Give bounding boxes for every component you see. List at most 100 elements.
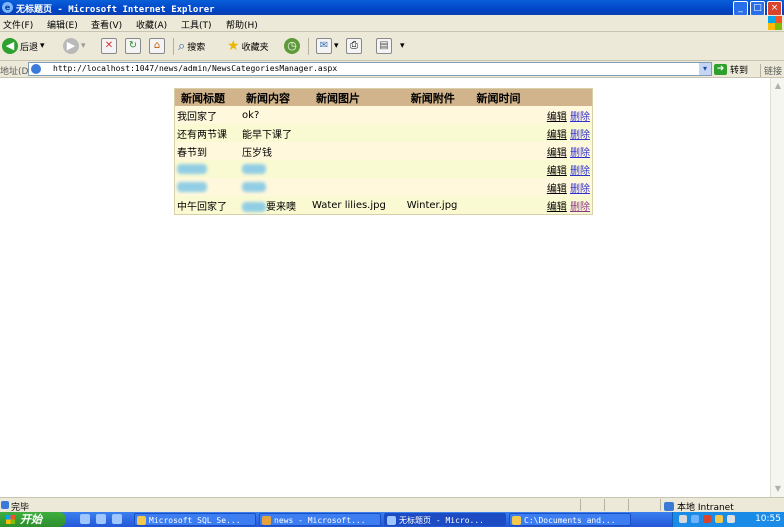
cell-actions: 编辑 删除 xyxy=(532,142,593,160)
cell-attachment xyxy=(404,124,471,142)
cell-image xyxy=(309,178,405,196)
back-button[interactable]: ◀ 后退 ▾ xyxy=(2,37,45,55)
stop-button[interactable]: ✕ xyxy=(101,37,117,55)
tray-app-icon[interactable] xyxy=(715,515,723,523)
chevron-down-icon: ▾ xyxy=(81,41,86,51)
menu-tools[interactable]: 工具(T) xyxy=(181,18,212,31)
chevron-down-icon: ▾ xyxy=(400,41,405,51)
task-sql-server[interactable]: Microsoft SQL Se... xyxy=(134,513,256,526)
news-table: 新闻标题 新闻内容 新闻图片 新闻附件 新闻时间 我回家了 ok? 编辑 删除 还有两… xyxy=(174,88,593,215)
quicklaunch-ie-icon[interactable] xyxy=(80,514,90,524)
stop-icon: ✕ xyxy=(101,38,117,54)
edit-link[interactable]: 编辑 xyxy=(547,166,567,177)
delete-link[interactable]: 删除 xyxy=(570,202,590,213)
address-url[interactable]: http://localhost:1047/news/admin/NewsCat… xyxy=(53,64,337,73)
menu-bar: 文件(F) 编辑(E) 查看(V) 收藏(A) 工具(T) 帮助(H) xyxy=(0,15,784,32)
task-label: news - Microsoft... xyxy=(274,516,366,525)
address-input[interactable]: http://localhost:1047/news/admin/NewsCat… xyxy=(28,62,712,76)
scroll-down-icon[interactable]: ▼ xyxy=(772,483,784,495)
minimize-button[interactable]: _ xyxy=(733,1,748,16)
forward-button[interactable]: ▶ ▾ xyxy=(63,37,86,55)
cell-title-text: 我回家了 xyxy=(177,111,217,123)
links-button[interactable]: 链接 xyxy=(760,64,782,77)
task-news[interactable]: news - Microsoft... xyxy=(259,513,381,526)
go-arrow-icon: ➜ xyxy=(714,64,727,75)
window-title: 无标题页 - Microsoft Internet Explorer xyxy=(16,5,215,15)
cell-title xyxy=(174,160,241,178)
chevron-down-icon[interactable]: ▾ xyxy=(699,63,711,75)
delete-link[interactable]: 删除 xyxy=(570,184,590,195)
task-label: Microsoft SQL Se... xyxy=(149,516,241,525)
edit-link[interactable]: 编辑 xyxy=(547,184,567,195)
status-divider xyxy=(660,499,661,511)
edit-link[interactable]: 编辑 xyxy=(547,130,567,141)
status-divider xyxy=(580,499,581,511)
table-row: 春节到 压岁钱 编辑 删除 xyxy=(174,142,593,160)
cell-attachment-text: Winter.jpg xyxy=(406,199,458,211)
favorites-label: 收藏夹 xyxy=(241,42,269,53)
menu-edit[interactable]: 编辑(E) xyxy=(47,18,78,31)
search-button[interactable]: ⌕ 搜索 xyxy=(178,37,205,55)
delete-link[interactable]: 删除 xyxy=(570,166,590,177)
home-button[interactable]: ⌂ xyxy=(149,37,165,55)
cell-actions: 编辑 删除 xyxy=(532,106,593,124)
close-button[interactable]: × xyxy=(767,1,782,16)
menu-help[interactable]: 帮助(H) xyxy=(226,18,258,31)
chevron-down-icon: ▾ xyxy=(40,41,45,51)
quicklaunch-media-icon[interactable] xyxy=(112,514,122,524)
status-bar: 完毕 本地 Intranet xyxy=(0,497,784,513)
cell-attachment xyxy=(404,178,471,196)
redacted-text xyxy=(177,163,207,174)
toolbar: ◀ 后退 ▾ ▶ ▾ ✕ ↻ ⌂ ⌕ 搜索 ★ 收藏夹 ◷ ✉ ▾ ⎙ ▤ ▾ xyxy=(0,32,784,61)
maximize-button[interactable]: □ xyxy=(750,1,765,16)
cell-actions: 编辑 删除 xyxy=(532,178,593,196)
task-ie-window[interactable]: 无标题页 - Micro... xyxy=(384,513,506,526)
delete-link[interactable]: 删除 xyxy=(570,130,590,141)
delete-link[interactable]: 删除 xyxy=(570,148,590,159)
go-button[interactable]: ➜ 转到 xyxy=(714,63,748,76)
vertical-scrollbar[interactable]: ▲ ▼ xyxy=(770,78,784,497)
cell-actions: 编辑 删除 xyxy=(532,124,593,142)
scroll-up-icon[interactable]: ▲ xyxy=(772,80,784,92)
column-header-content: 新闻内容 xyxy=(240,88,310,106)
tray-keyboard-icon[interactable] xyxy=(679,515,687,523)
mail-icon: ✉ xyxy=(316,38,332,54)
tray-volume-icon[interactable] xyxy=(727,515,735,523)
favorites-button[interactable]: ★ 收藏夹 xyxy=(227,37,269,55)
cell-time xyxy=(470,106,533,124)
start-button[interactable]: 开始 xyxy=(0,512,66,527)
quicklaunch-desktop-icon[interactable] xyxy=(96,514,106,524)
menu-file[interactable]: 文件(F) xyxy=(3,18,33,31)
windows-logo-icon xyxy=(768,16,782,30)
edit-page-button[interactable]: ▤ ▾ xyxy=(376,37,405,55)
cell-attachment xyxy=(404,160,471,178)
history-icon: ◷ xyxy=(284,38,300,54)
column-header-time: 新闻时间 xyxy=(470,88,533,106)
windows-flag-icon xyxy=(6,515,15,524)
refresh-button[interactable]: ↻ xyxy=(125,37,141,55)
edit-link[interactable]: 编辑 xyxy=(547,202,567,213)
mail-button[interactable]: ✉ ▾ xyxy=(316,37,339,55)
task-explorer[interactable]: C:\Documents and... xyxy=(509,513,631,526)
window-titlebar[interactable]: e 无标题页 - Microsoft Internet Explorer _ □… xyxy=(0,0,784,16)
table-row: 中午回家了 要来噢 Water lilies.jpg Winter.jpg 编辑 删除 xyxy=(174,196,593,215)
table-row: 编辑 删除 xyxy=(174,160,593,178)
history-button[interactable]: ◷ xyxy=(284,37,300,55)
tray-security-icon[interactable] xyxy=(703,515,711,523)
tray-network-icon[interactable] xyxy=(691,515,699,523)
search-label: 搜索 xyxy=(187,42,206,53)
redacted-text xyxy=(242,181,267,192)
edit-link[interactable]: 编辑 xyxy=(547,148,567,159)
taskbar: 开始 Microsoft SQL Se... news - Microsoft.… xyxy=(0,512,784,527)
menu-view[interactable]: 查看(V) xyxy=(91,18,122,31)
table-row: 还有两节课 能早下课了 编辑 删除 xyxy=(174,124,593,142)
delete-link[interactable]: 删除 xyxy=(570,112,590,123)
folder-icon xyxy=(512,516,521,525)
menu-favorites[interactable]: 收藏(A) xyxy=(136,18,167,31)
edit-link[interactable]: 编辑 xyxy=(547,112,567,123)
cell-title: 我回家了 xyxy=(174,106,241,124)
status-divider xyxy=(628,499,629,511)
page-done-icon xyxy=(1,501,9,509)
print-button[interactable]: ⎙ xyxy=(346,37,362,55)
chevron-down-icon: ▾ xyxy=(334,41,339,51)
